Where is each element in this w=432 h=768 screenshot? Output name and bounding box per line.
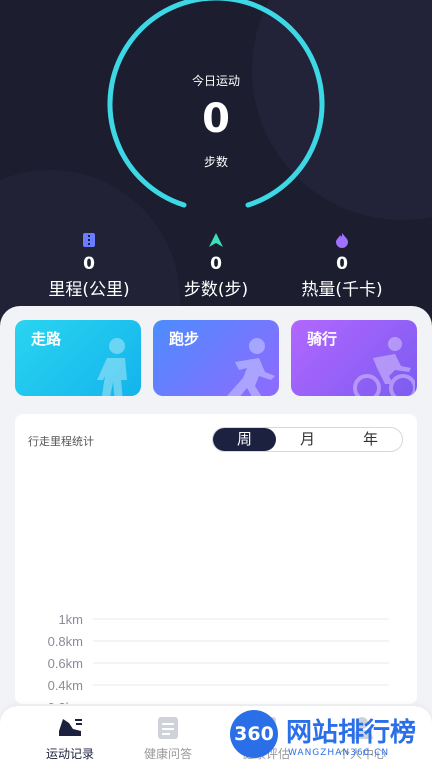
flame-icon [277, 230, 407, 250]
calories-label: 热量(千卡) [301, 280, 383, 300]
mode-label: 跑步 [169, 330, 200, 348]
y-tick-label: 0.2km [48, 700, 83, 704]
watermark-text: 网站排行榜 [286, 718, 417, 748]
nav-label: 健康问答 [143, 747, 192, 761]
stat-distance: 0 里程(公里) [24, 230, 154, 300]
calories-value: 0 [336, 254, 348, 274]
mode-card-cycle[interactable]: 骑行 [291, 320, 417, 396]
shoe-icon [30, 712, 110, 742]
walking-icon [97, 338, 127, 396]
line-chart: 1km0.8km0.6km0.4km0.2km0km周一周三周五周日 [48, 612, 389, 704]
mode-label: 走路 [31, 330, 62, 348]
nav-item-records[interactable]: 运动记录 [30, 712, 110, 762]
distance-label: 里程(公里) [48, 280, 130, 300]
stat-steps: 0 步数(步) [151, 230, 281, 300]
distance-icon [24, 230, 154, 250]
y-tick-label: 0.4km [48, 678, 83, 693]
cycling-icon [353, 337, 415, 396]
stat-calories: 0 热量(千卡) [277, 230, 407, 300]
watermark-sub: WANGZHAN360.CN [288, 748, 390, 758]
steps-unit: 步数 [203, 155, 228, 169]
mode-label: 骑行 [307, 330, 338, 348]
distance-value: 0 [83, 254, 95, 274]
steps-stat-value: 0 [210, 254, 222, 274]
document-icon [128, 712, 208, 742]
chart-panel: 行走里程统计 周 月 年 1km0.8km0.6km0.4km0.2km0km周… [15, 414, 417, 704]
y-tick-label: 1km [58, 612, 83, 627]
mode-card-walk[interactable]: 走路 [15, 320, 141, 396]
header: 今日运动 0 步数 0 里程(公里) 0 步数(步) 0 热量(千卡) [0, 0, 432, 330]
running-icon [227, 338, 275, 396]
arrow-up-icon [151, 230, 281, 250]
watermark: 360 网站排行榜 WANGZHAN360.CN [222, 706, 432, 768]
nav-label: 运动记录 [45, 747, 94, 761]
main-panel: 走路 跑步 骑行 行走里程统计 周 月 年 1km 0.8km 0.6km 0.4km… [0, 306, 432, 706]
steps-stat-label: 步数(步) [183, 280, 249, 300]
today-label: 今日运动 [191, 74, 240, 88]
steps-value: 0 [202, 96, 230, 142]
y-tick-label: 0.6km [48, 656, 83, 671]
nav-item-qa[interactable]: 健康问答 [128, 712, 208, 762]
watermark-badge: 360 [230, 710, 278, 758]
mode-card-run[interactable]: 跑步 [153, 320, 279, 396]
y-tick-label: 0.8km [48, 634, 83, 649]
